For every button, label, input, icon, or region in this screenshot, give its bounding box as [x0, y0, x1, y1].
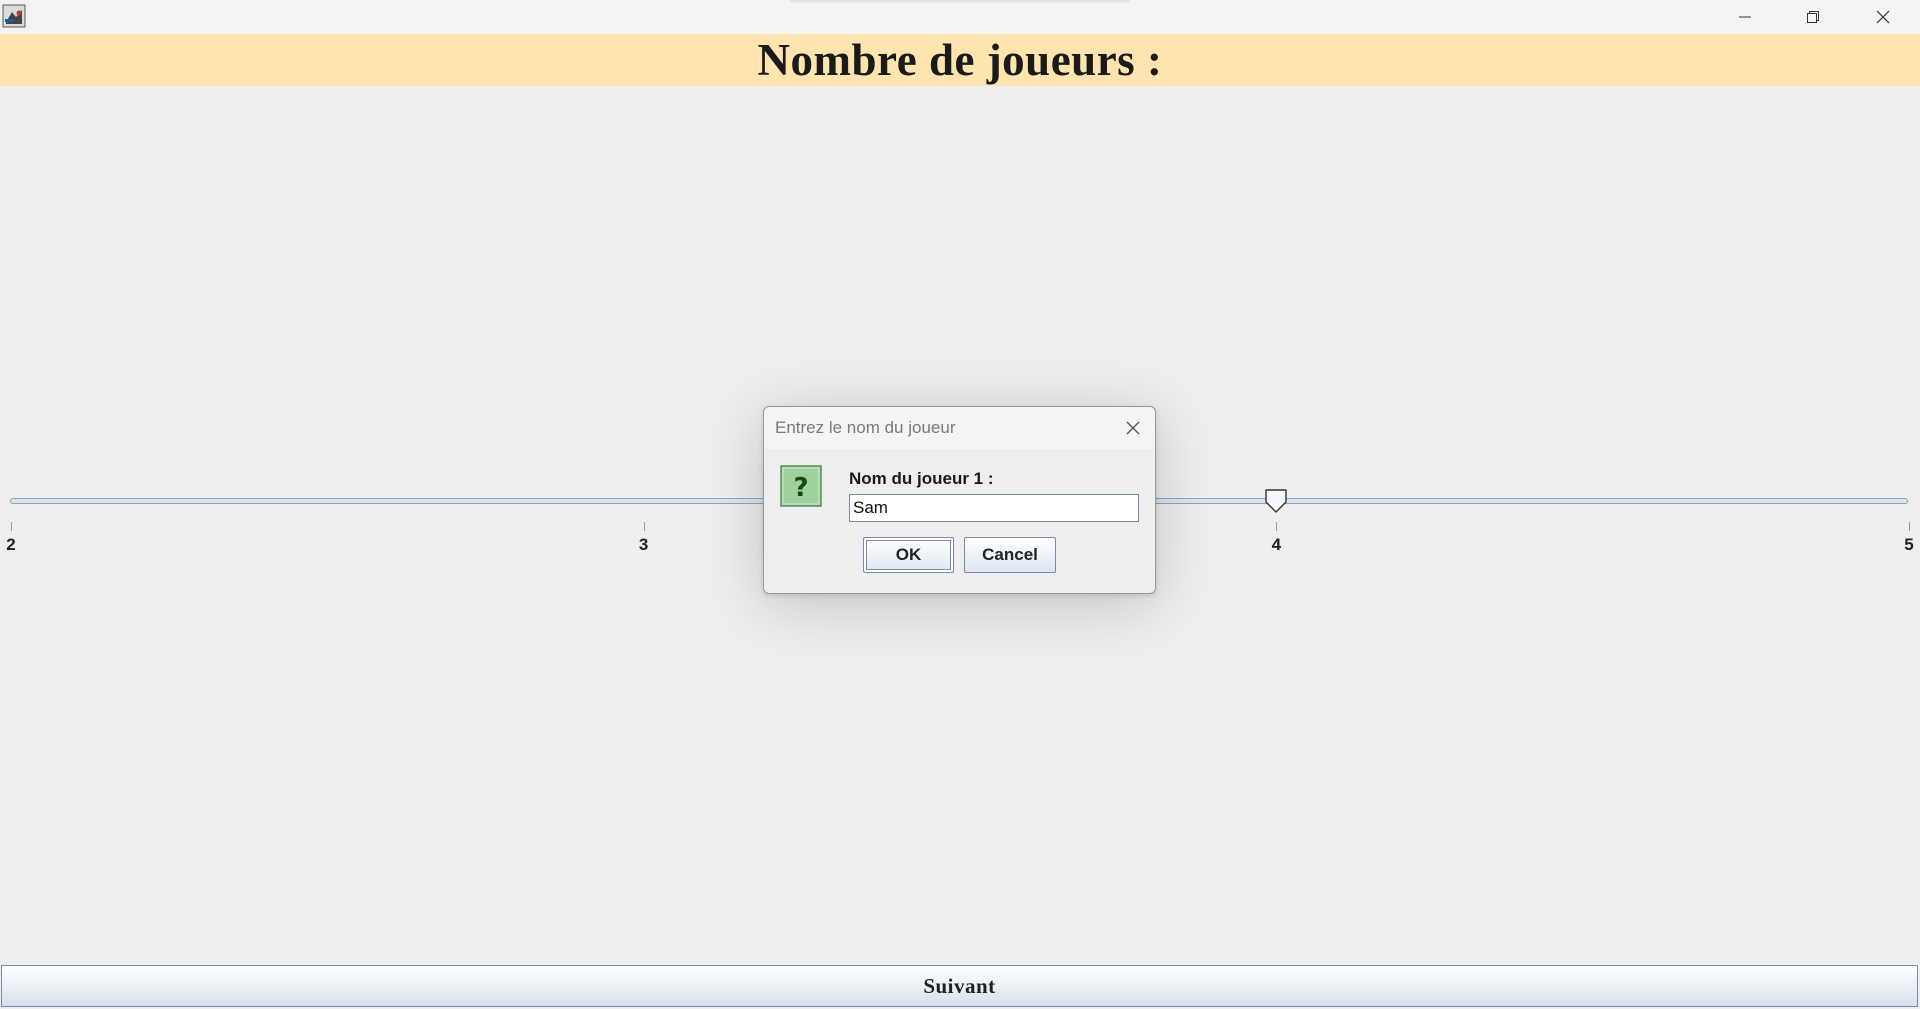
close-button[interactable] [1848, 0, 1918, 34]
page-title: Nombre de joueurs : [757, 35, 1163, 85]
slider-label: 3 [638, 535, 649, 554]
player-name-dialog: Entrez le nom du joueur ? Nom du joueur … [763, 406, 1156, 594]
header-banner: Nombre de joueurs : [0, 34, 1920, 86]
dialog-title: Entrez le nom du joueur [775, 418, 956, 437]
ok-button[interactable]: OK [863, 537, 954, 573]
minimize-icon [1739, 16, 1751, 18]
main-window: Nombre de joueurs : 2 3 4 5 Entrez le no… [0, 0, 1920, 1009]
maximize-button[interactable] [1778, 0, 1848, 34]
dialog-titlebar: Entrez le nom du joueur [764, 407, 1155, 449]
slider-tick [1276, 522, 1278, 531]
app-icon [2, 4, 26, 28]
window-titlebar [0, 0, 1920, 34]
slider-label: 2 [6, 535, 16, 554]
player-name-input[interactable] [849, 494, 1139, 522]
question-icon: ? [780, 465, 822, 507]
slider-label: 5 [1904, 535, 1914, 554]
minimize-button[interactable] [1710, 0, 1780, 34]
slider-tick [1909, 522, 1910, 531]
slider-label: 4 [1271, 535, 1282, 554]
next-button[interactable]: Suivant [1, 965, 1918, 1007]
slider-tick [643, 522, 645, 531]
player-name-label: Nom du joueur 1 : [849, 469, 994, 488]
close-icon [1126, 421, 1140, 435]
close-icon [1876, 10, 1890, 24]
cancel-button[interactable]: Cancel [964, 537, 1056, 573]
svg-text:?: ? [793, 473, 808, 503]
slider-thumb[interactable] [1264, 488, 1288, 514]
dialog-close-button[interactable] [1121, 416, 1145, 440]
slider-tick [11, 522, 12, 531]
titlebar-notch [790, 0, 1130, 4]
restore-icon [1807, 11, 1819, 23]
